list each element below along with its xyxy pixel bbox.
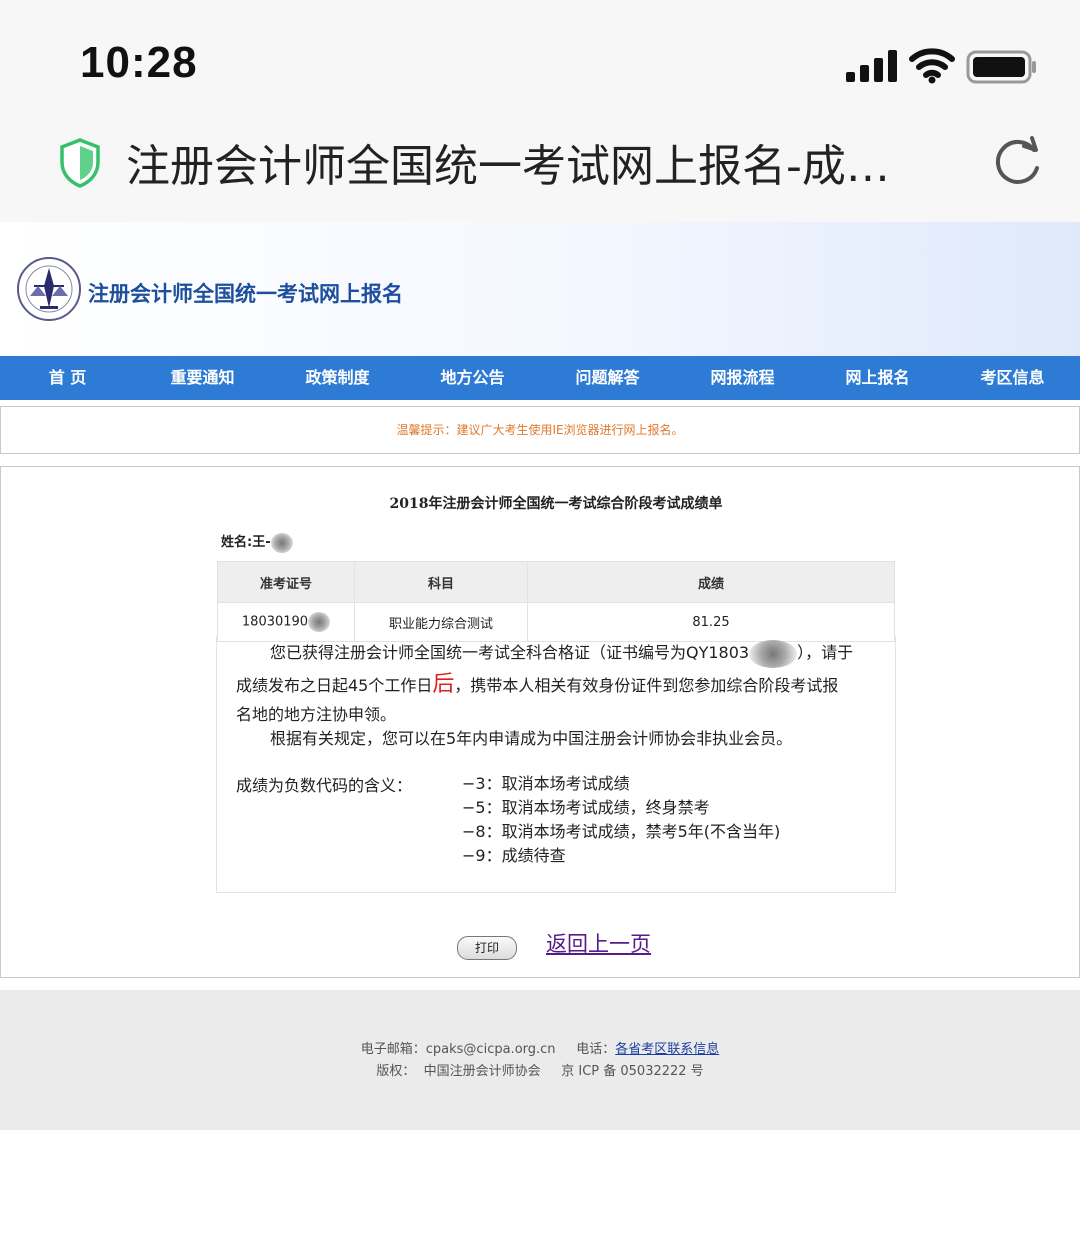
site-header: 注册会计师全国统一考试网上报名 bbox=[0, 222, 1080, 356]
nav-item-local-announcements[interactable]: 地方公告 bbox=[405, 356, 540, 400]
membership-paragraph: 根据有关规定，您可以在5年内申请成为中国注册会计师协会非执业会员。 bbox=[270, 729, 793, 748]
footer-contact: 电子邮箱：cpaks@cicpa.org.cn 电话：各省考区联系信息 bbox=[0, 1038, 1080, 1057]
browser-title-bar: 注册会计师全国统一考试网上报名-成… bbox=[0, 110, 1080, 222]
footer-email: 电子邮箱：cpaks@cicpa.org.cn bbox=[360, 1042, 556, 1057]
wifi-icon bbox=[909, 48, 955, 84]
col-exam-no: 准考证号 bbox=[217, 561, 355, 603]
certificate-paragraph-line2: 成绩发布之日起45个工作日后，携带本人相关有效身份证件到您参加综合阶段考试报 bbox=[236, 672, 839, 697]
nav-item-policies[interactable]: 政策制度 bbox=[270, 356, 405, 400]
print-button[interactable]: 打印 bbox=[457, 936, 517, 960]
status-bar: 10:28 bbox=[0, 0, 1080, 110]
col-subject: 科目 bbox=[354, 561, 528, 603]
browser-notice: 温馨提示：建议广大考生使用IE浏览器进行网上报名。 bbox=[0, 406, 1080, 454]
report-title: 2018年注册会计师全国统一考试综合阶段考试成绩单 bbox=[389, 496, 723, 512]
footer-phone-label: 电话： bbox=[576, 1042, 616, 1057]
page-title: 注册会计师全国统一考试网上报名-成… bbox=[126, 141, 890, 192]
code-item: −9：成绩待查 bbox=[462, 846, 566, 865]
nav-item-exam-area-info[interactable]: 考区信息 bbox=[945, 356, 1080, 400]
main-nav: 首 页 重要通知 政策制度 地方公告 问题解答 网报流程 网上报名 考区信息 bbox=[0, 356, 1080, 400]
exam-no-value: 18030190 bbox=[241, 614, 309, 630]
candidate-name: 姓名:王- bbox=[221, 531, 293, 553]
redacted-blur bbox=[308, 612, 331, 632]
name-label: 姓名:王- bbox=[221, 535, 271, 550]
nav-item-process[interactable]: 网报流程 bbox=[675, 356, 810, 400]
redacted-blur bbox=[749, 639, 798, 668]
battery-icon bbox=[966, 50, 1036, 84]
footer-copyright: 版权： 中国注册会计师协会 京 ICP 备 05032222 号 bbox=[376, 1064, 704, 1079]
status-time: 10:28 bbox=[80, 38, 198, 87]
reload-icon[interactable] bbox=[990, 134, 1046, 190]
cellular-signal-icon bbox=[846, 50, 897, 82]
site-name: 注册会计师全国统一考试网上报名 bbox=[88, 282, 403, 306]
table-header-row: 准考证号 科目 成绩 bbox=[217, 561, 895, 603]
code-item: −5：取消本场考试成绩，终身禁考 bbox=[462, 798, 710, 817]
back-link[interactable]: 返回上一页 bbox=[546, 928, 651, 958]
nav-item-notices[interactable]: 重要通知 bbox=[135, 356, 270, 400]
nav-item-online-registration[interactable]: 网上报名 bbox=[810, 356, 945, 400]
code-item: −8：取消本场考试成绩，禁考5年(不含当年) bbox=[462, 822, 781, 841]
code-item: −3：取消本场考试成绩 bbox=[462, 774, 630, 793]
nav-item-faq[interactable]: 问题解答 bbox=[540, 356, 675, 400]
redacted-blur bbox=[270, 532, 293, 553]
negative-codes-label: 成绩为负数代码的含义： bbox=[236, 776, 413, 795]
negative-codes-list: −3：取消本场考试成绩 −5：取消本场考试成绩，终身禁考 −8：取消本场考试成绩… bbox=[462, 772, 780, 868]
footer: 电子邮箱：cpaks@cicpa.org.cn 电话：各省考区联系信息 版权： … bbox=[0, 990, 1080, 1130]
score-table: 准考证号 科目 成绩 18030190 职业能力综合测试 81.25 bbox=[217, 561, 895, 642]
col-score: 成绩 bbox=[527, 561, 895, 603]
shield-icon bbox=[60, 138, 100, 188]
footer-phone-link[interactable]: 各省考区联系信息 bbox=[615, 1042, 719, 1057]
certificate-paragraph-line1: 您已获得注册会计师全国统一考试全科合格证（证书编号为QY1803 ），请于 bbox=[236, 638, 876, 668]
nav-item-home[interactable]: 首 页 bbox=[0, 356, 135, 400]
cicpa-logo-icon bbox=[17, 257, 81, 321]
